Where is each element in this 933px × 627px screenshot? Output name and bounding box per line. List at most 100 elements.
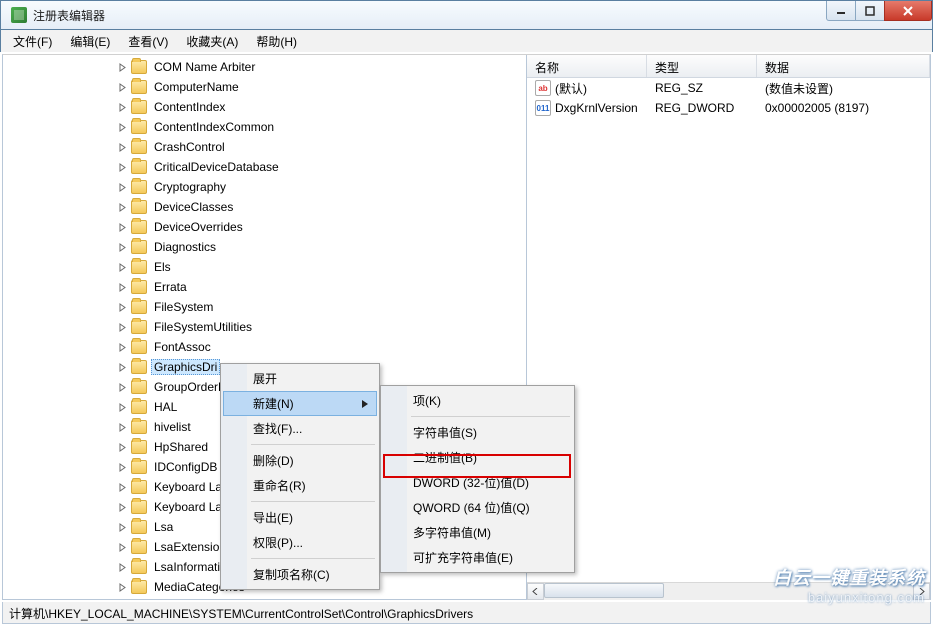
- tree-item[interactable]: ContentIndexCommon: [7, 117, 526, 137]
- ctx-rename[interactable]: 重命名(R): [223, 473, 377, 498]
- ctx-find[interactable]: 查找(F)...: [223, 416, 377, 441]
- tree-item[interactable]: FileSystem: [7, 297, 526, 317]
- expand-icon[interactable]: [115, 423, 129, 432]
- tree-item[interactable]: ComputerName: [7, 77, 526, 97]
- ctx-new-qword[interactable]: QWORD (64 位)值(Q): [383, 495, 572, 520]
- expand-icon[interactable]: [115, 83, 129, 92]
- value-data: 0x00002005 (8197): [757, 101, 930, 115]
- tree-item-label: ContentIndex: [151, 99, 228, 115]
- value-data: (数值未设置): [757, 80, 930, 97]
- tree-item[interactable]: FileSystemUtilities: [7, 317, 526, 337]
- expand-icon[interactable]: [115, 543, 129, 552]
- ctx-export[interactable]: 导出(E): [223, 505, 377, 530]
- values-pane: 名称 类型 数据 ab(默认)REG_SZ(数值未设置)011DxgKrnlVe…: [527, 55, 930, 599]
- expand-icon[interactable]: [115, 563, 129, 572]
- expand-icon[interactable]: [115, 203, 129, 212]
- folder-icon: [131, 580, 147, 594]
- ctx-delete[interactable]: 删除(D): [223, 448, 377, 473]
- folder-icon: [131, 360, 147, 374]
- tree-item-label: hivelist: [151, 419, 194, 435]
- expand-icon[interactable]: [115, 243, 129, 252]
- scroll-thumb[interactable]: [544, 583, 664, 598]
- maximize-button[interactable]: [855, 1, 885, 21]
- tree-item-label: FileSystem: [151, 299, 216, 315]
- tree-item[interactable]: CrashControl: [7, 137, 526, 157]
- ctx-new-key[interactable]: 项(K): [383, 388, 572, 413]
- tree-item-label: GraphicsDri: [151, 359, 220, 375]
- expand-icon[interactable]: [115, 143, 129, 152]
- tree-item[interactable]: Diagnostics: [7, 237, 526, 257]
- scroll-right-button[interactable]: [913, 583, 930, 600]
- tree-item[interactable]: ContentIndex: [7, 97, 526, 117]
- col-name[interactable]: 名称: [527, 55, 647, 77]
- tree-item[interactable]: FontAssoc: [7, 337, 526, 357]
- expand-icon[interactable]: [115, 283, 129, 292]
- ctx-new-binary[interactable]: 二进制值(B): [383, 445, 572, 470]
- ctx-new-dword[interactable]: DWORD (32-位)值(D): [383, 470, 572, 495]
- window-title: 注册表编辑器: [33, 7, 105, 24]
- expand-icon[interactable]: [115, 523, 129, 532]
- tree-item[interactable]: Errata: [7, 277, 526, 297]
- expand-icon[interactable]: [115, 103, 129, 112]
- menu-help[interactable]: 帮助(H): [248, 31, 305, 52]
- col-type[interactable]: 类型: [647, 55, 757, 77]
- expand-icon[interactable]: [115, 123, 129, 132]
- expand-icon[interactable]: [115, 403, 129, 412]
- expand-icon[interactable]: [115, 443, 129, 452]
- menu-favorites[interactable]: 收藏夹(A): [178, 31, 246, 52]
- value-row[interactable]: 011DxgKrnlVersionREG_DWORD0x00002005 (81…: [527, 98, 930, 118]
- expand-icon[interactable]: [115, 323, 129, 332]
- expand-icon[interactable]: [115, 383, 129, 392]
- minimize-button[interactable]: [826, 1, 856, 21]
- menubar: 文件(F) 编辑(E) 查看(V) 收藏夹(A) 帮助(H): [0, 30, 933, 52]
- tree-item[interactable]: Cryptography: [7, 177, 526, 197]
- folder-icon: [131, 440, 147, 454]
- expand-icon[interactable]: [115, 343, 129, 352]
- menu-edit[interactable]: 编辑(E): [62, 31, 118, 52]
- values-list[interactable]: ab(默认)REG_SZ(数值未设置)011DxgKrnlVersionREG_…: [527, 78, 930, 582]
- expand-icon[interactable]: [115, 483, 129, 492]
- expand-icon[interactable]: [115, 223, 129, 232]
- ctx-new-expand[interactable]: 可扩充字符串值(E): [383, 545, 572, 570]
- expand-icon[interactable]: [115, 63, 129, 72]
- ctx-copyname[interactable]: 复制项名称(C): [223, 562, 377, 587]
- horizontal-scrollbar[interactable]: [527, 582, 930, 599]
- folder-icon: [131, 260, 147, 274]
- app-icon: [11, 7, 27, 23]
- expand-icon[interactable]: [115, 263, 129, 272]
- tree-item[interactable]: COM Name Arbiter: [7, 57, 526, 77]
- expand-icon[interactable]: [115, 583, 129, 592]
- expand-icon[interactable]: [115, 363, 129, 372]
- tree-item[interactable]: DeviceOverrides: [7, 217, 526, 237]
- tree-item[interactable]: Els: [7, 257, 526, 277]
- value-row[interactable]: ab(默认)REG_SZ(数值未设置): [527, 78, 930, 98]
- folder-icon: [131, 460, 147, 474]
- expand-icon[interactable]: [115, 183, 129, 192]
- folder-icon: [131, 480, 147, 494]
- menu-file[interactable]: 文件(F): [5, 31, 60, 52]
- tree-item[interactable]: CriticalDeviceDatabase: [7, 157, 526, 177]
- ctx-new-multi[interactable]: 多字符串值(M): [383, 520, 572, 545]
- tree-item[interactable]: DeviceClasses: [7, 197, 526, 217]
- expand-icon[interactable]: [115, 503, 129, 512]
- folder-icon: [131, 160, 147, 174]
- folder-icon: [131, 520, 147, 534]
- ctx-new[interactable]: 新建(N): [223, 391, 377, 416]
- tree-item-label: ContentIndexCommon: [151, 119, 277, 135]
- folder-icon: [131, 380, 147, 394]
- col-data[interactable]: 数据: [757, 55, 930, 77]
- scroll-left-button[interactable]: [527, 583, 544, 600]
- expand-icon[interactable]: [115, 163, 129, 172]
- expand-icon[interactable]: [115, 463, 129, 472]
- menu-view[interactable]: 查看(V): [120, 31, 176, 52]
- new-submenu: 项(K) 字符串值(S) 二进制值(B) DWORD (32-位)值(D) QW…: [380, 385, 575, 573]
- ctx-perm[interactable]: 权限(P)...: [223, 530, 377, 555]
- folder-icon: [131, 560, 147, 574]
- expand-icon[interactable]: [115, 303, 129, 312]
- ctx-expand[interactable]: 展开: [223, 366, 377, 391]
- folder-icon: [131, 80, 147, 94]
- close-button[interactable]: [884, 1, 932, 21]
- ctx-new-string[interactable]: 字符串值(S): [383, 420, 572, 445]
- folder-icon: [131, 500, 147, 514]
- value-type: REG_SZ: [647, 81, 757, 95]
